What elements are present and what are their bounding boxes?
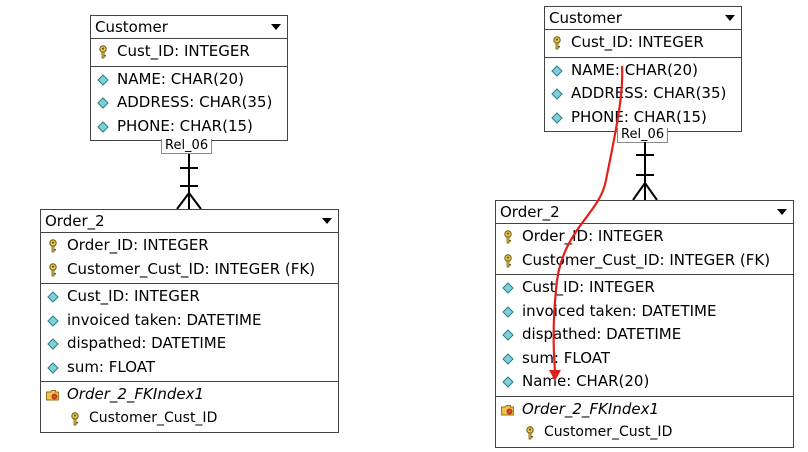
migration-arrow	[549, 65, 624, 381]
